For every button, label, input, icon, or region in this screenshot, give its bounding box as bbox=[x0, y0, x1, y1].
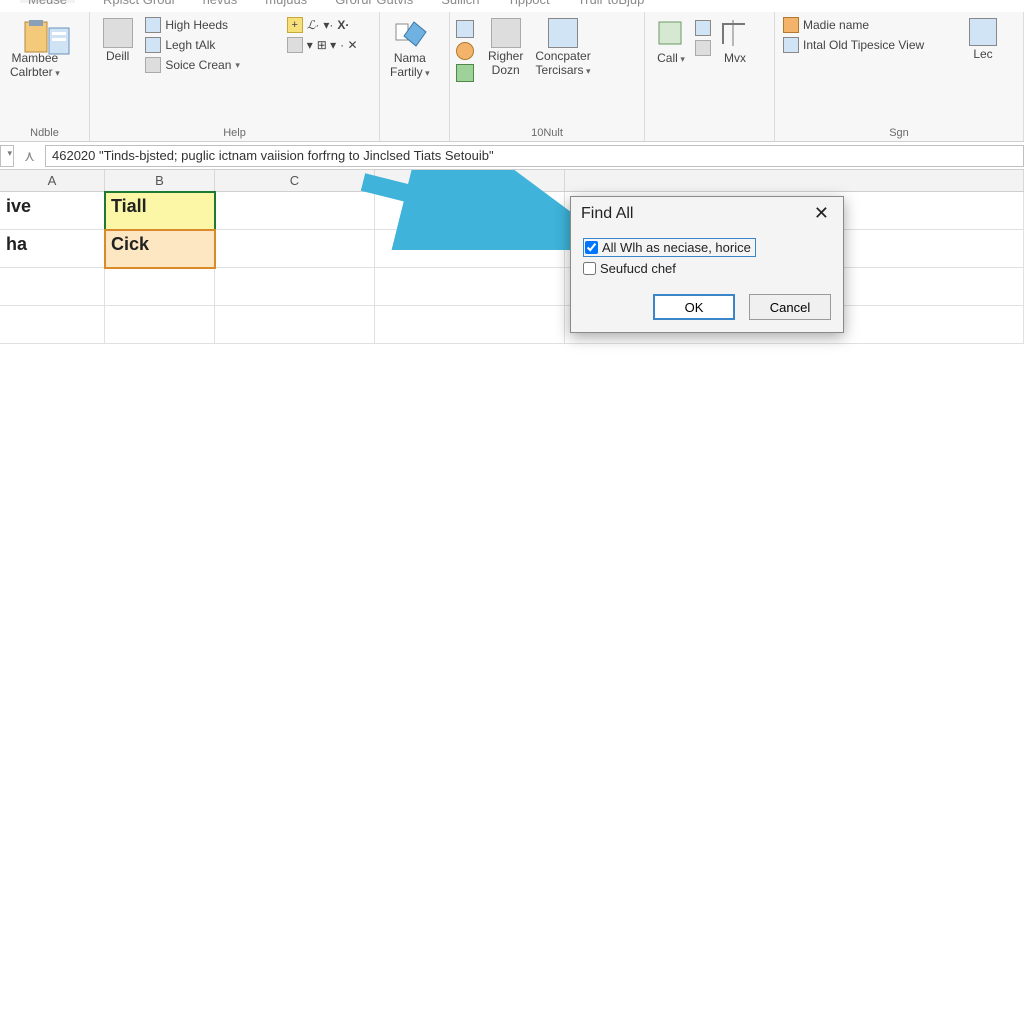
shape2-icon[interactable] bbox=[695, 40, 711, 56]
tab[interactable]: Tippoct bbox=[508, 0, 550, 3]
find-all-dialog: Find All ✕ All Wlh as neciase, horice Se… bbox=[570, 196, 844, 333]
mvx-button[interactable]: Mvx bbox=[715, 16, 755, 68]
doc-icon bbox=[145, 17, 161, 33]
layers-icon bbox=[145, 57, 161, 73]
cell-c2[interactable] bbox=[215, 230, 375, 268]
pie-icon[interactable] bbox=[456, 42, 474, 60]
arrow-icon[interactable] bbox=[456, 64, 474, 82]
cancel-button[interactable]: Cancel bbox=[749, 294, 831, 320]
group-label: 10Nult bbox=[456, 127, 638, 141]
sheet-icon bbox=[287, 37, 303, 53]
mini-tools-row1[interactable]: + ℒ·▾·X· bbox=[285, 16, 373, 34]
cell-a2[interactable]: ha bbox=[0, 230, 105, 268]
phone-icon bbox=[655, 18, 687, 50]
option-all-checkbox[interactable]: All Wlh as neciase, horice bbox=[583, 238, 756, 257]
col-a-header[interactable]: A bbox=[0, 170, 105, 191]
ribbon: Mambee Calrbter Ndble Deill High Heeds L… bbox=[0, 12, 1024, 142]
view-icon bbox=[783, 37, 799, 53]
doc-icon bbox=[969, 18, 997, 46]
group-label: Help bbox=[96, 127, 373, 141]
cell-e2[interactable] bbox=[375, 230, 565, 268]
group-label: Sgn bbox=[781, 127, 1017, 141]
shape1-icon[interactable] bbox=[695, 20, 711, 36]
tab[interactable]: Suiiicn bbox=[441, 0, 479, 3]
column-headers: A B C E bbox=[0, 170, 1024, 192]
close-button[interactable]: ✕ bbox=[810, 203, 833, 224]
doc-icon bbox=[145, 37, 161, 53]
lec-button[interactable]: Lec bbox=[965, 16, 1001, 64]
tab[interactable]: mujuus bbox=[265, 0, 307, 3]
deill-button[interactable]: Deill bbox=[96, 16, 139, 66]
ruler-icon bbox=[719, 18, 751, 50]
tab[interactable]: Truir toBjup bbox=[578, 0, 645, 3]
spreadsheet-grid[interactable]: ive Tiall ha Cick bbox=[0, 192, 1024, 344]
dialog-title: Find All bbox=[581, 205, 633, 223]
call-button[interactable]: Call bbox=[651, 16, 691, 68]
group-label bbox=[651, 139, 768, 141]
grid-icon bbox=[103, 18, 133, 48]
window-icon bbox=[548, 18, 578, 48]
table-icon bbox=[491, 18, 521, 48]
formula-input[interactable] bbox=[45, 145, 1024, 167]
group-label: Ndble bbox=[6, 127, 83, 141]
option-seufucd-checkbox[interactable]: Seufucd chef bbox=[583, 261, 831, 276]
name-box[interactable] bbox=[0, 145, 14, 167]
plus-icon: + bbox=[287, 17, 303, 33]
ok-button[interactable]: OK bbox=[653, 294, 735, 320]
fx-icon[interactable]: ⋏ bbox=[24, 147, 35, 165]
intal-view-button[interactable]: Intal Old Tipesice View bbox=[781, 36, 961, 54]
cell-b2[interactable]: Cick bbox=[105, 230, 215, 268]
formula-bar: ⋏ bbox=[0, 142, 1024, 170]
mini-tools-row2[interactable]: ▾ ⊞ ▾· ✕ bbox=[285, 36, 373, 54]
group-label bbox=[386, 139, 443, 141]
deill-label: Deill bbox=[106, 50, 129, 64]
col-b-header[interactable]: B bbox=[105, 170, 215, 191]
tab[interactable]: nevus bbox=[203, 0, 238, 3]
paste-button[interactable]: Mambee Calrbter bbox=[6, 16, 64, 82]
checkbox[interactable] bbox=[585, 241, 598, 254]
col-e-header[interactable]: E bbox=[375, 170, 565, 191]
righer-dozn-button[interactable]: Righer Dozn bbox=[484, 16, 527, 80]
cell-c1[interactable] bbox=[215, 192, 375, 230]
name-manager-button[interactable]: Nama Fartily bbox=[386, 16, 434, 82]
cell-b1[interactable]: Tiall bbox=[105, 192, 215, 230]
cell-e1[interactable] bbox=[375, 192, 565, 230]
soice-crean-button[interactable]: Soice Crean bbox=[143, 56, 280, 74]
col-c-header[interactable]: C bbox=[215, 170, 375, 191]
window-icon bbox=[783, 17, 799, 33]
chart-icon[interactable] bbox=[456, 20, 474, 38]
tab[interactable]: Rpisct Groul bbox=[103, 0, 175, 3]
clipboard-icon bbox=[19, 18, 51, 50]
legh-talk-button[interactable]: Legh tAlk bbox=[143, 36, 280, 54]
paste-label: Mambee Calrbter bbox=[10, 52, 60, 80]
concpater-button[interactable]: Concpater Tercisars bbox=[531, 16, 594, 80]
checkbox[interactable] bbox=[583, 262, 596, 275]
ribbon-tabs: Meuse Rpisct Groul nevus mujuus Grorur G… bbox=[0, 0, 1024, 12]
madie-name-button[interactable]: Madie name bbox=[781, 16, 961, 34]
tag-icon bbox=[394, 18, 426, 50]
cell-a1[interactable]: ive bbox=[0, 192, 105, 230]
tab[interactable]: Grorur Gutvis bbox=[335, 0, 413, 3]
high-heeds-button[interactable]: High Heeds bbox=[143, 16, 280, 34]
tab-active[interactable]: Meuse bbox=[20, 0, 75, 3]
